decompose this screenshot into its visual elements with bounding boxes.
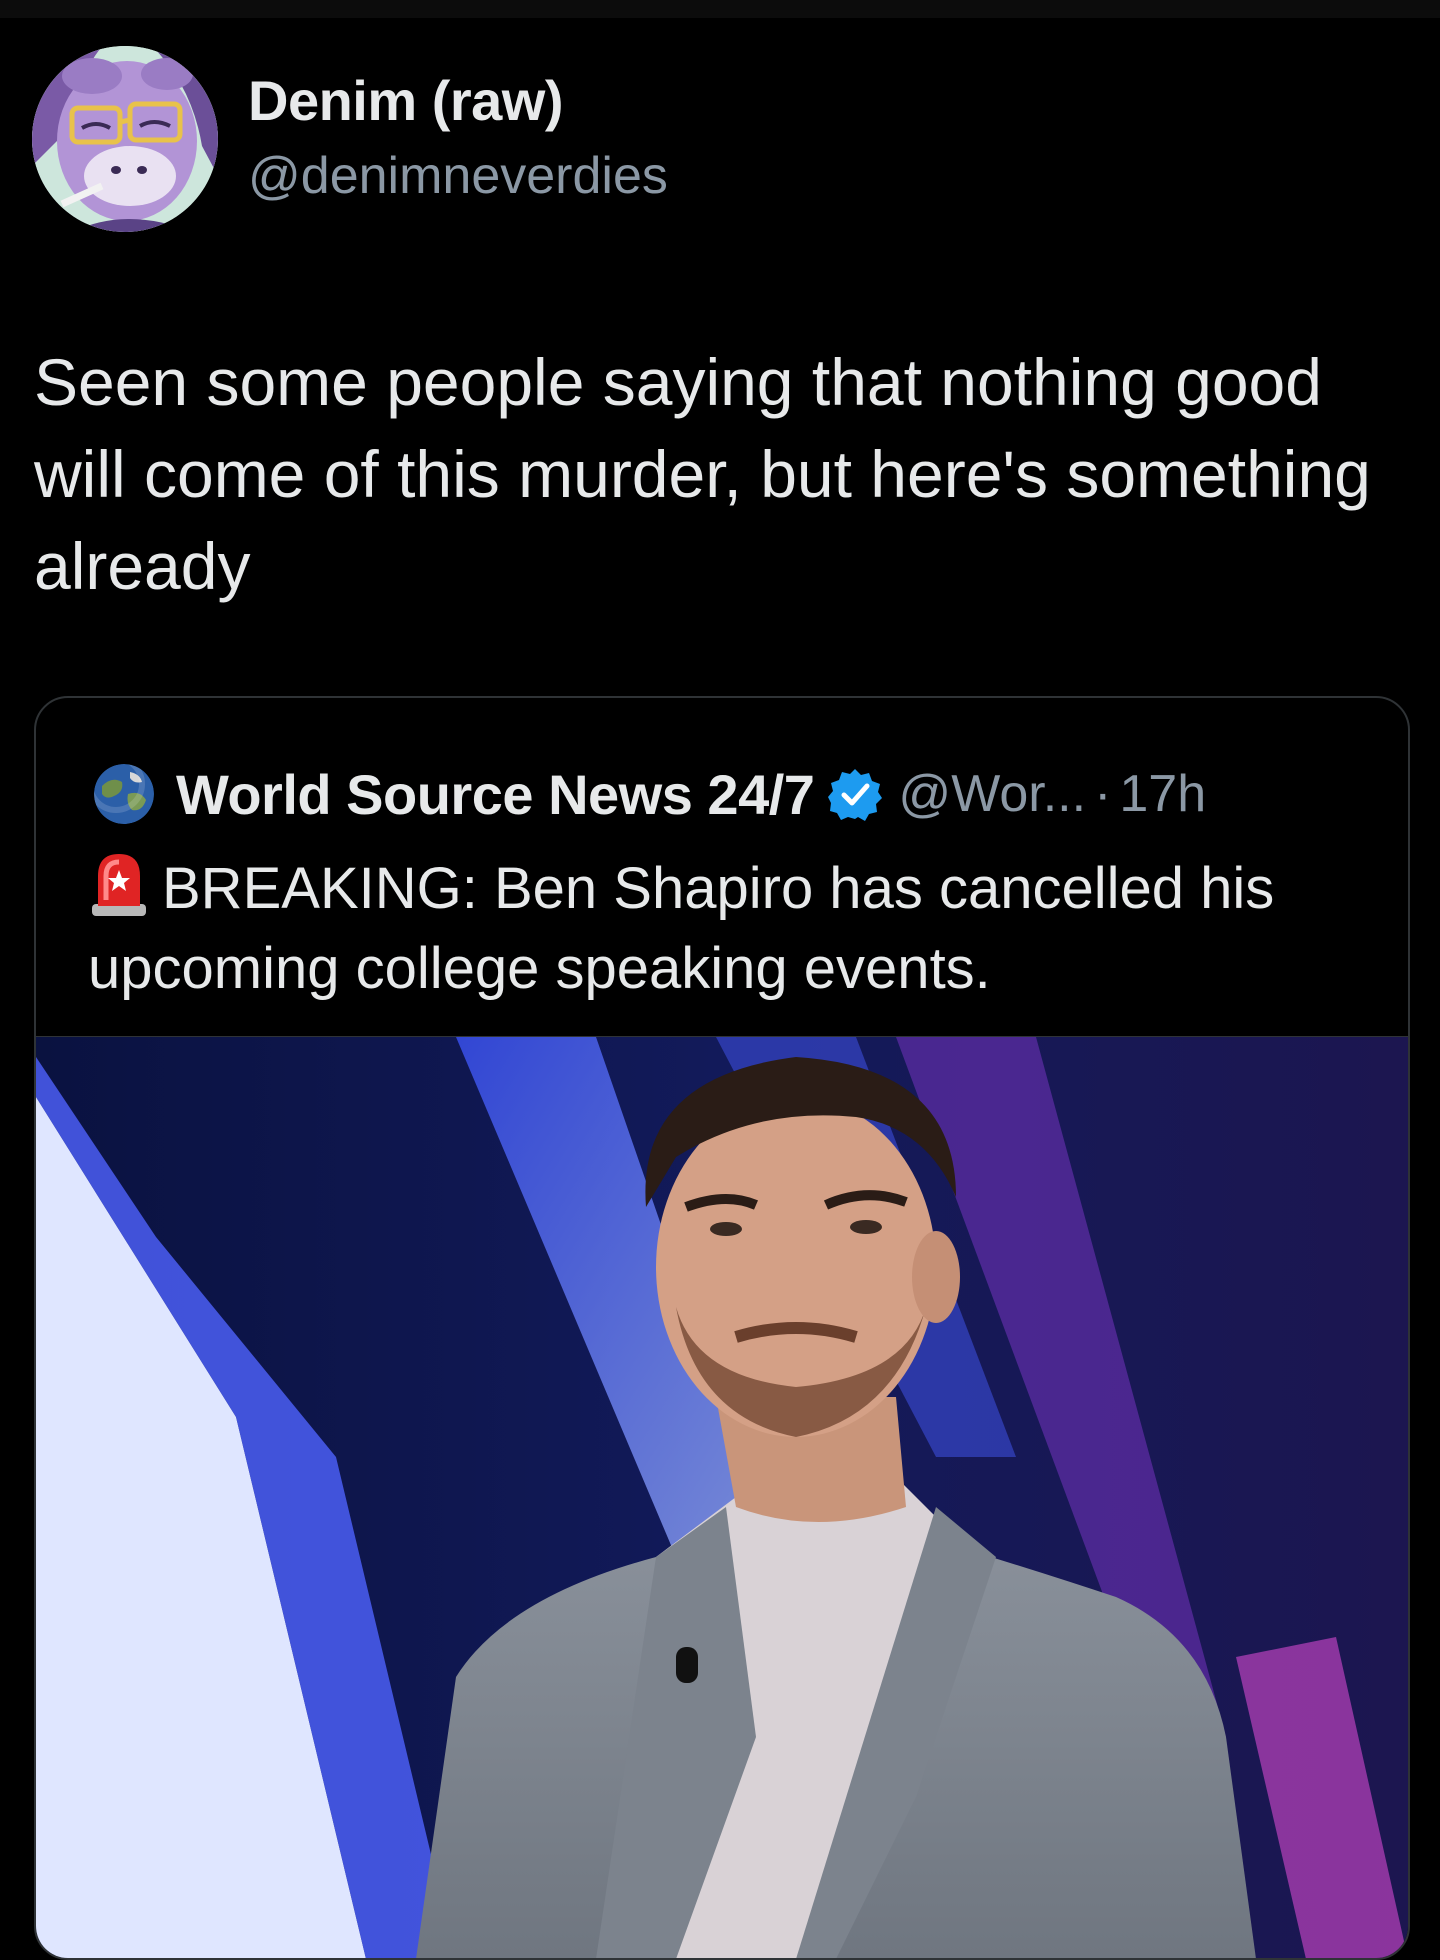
- globe-icon[interactable]: [94, 764, 154, 824]
- rotating-light-icon: [88, 848, 150, 918]
- quoted-tweet-header: World Source News 24/7 @Wor... · 17h: [94, 754, 1206, 834]
- quoted-tweet-card[interactable]: World Source News 24/7 @Wor... · 17h BRE…: [34, 696, 1410, 1960]
- separator-dot: ·: [1094, 765, 1112, 823]
- quoted-tweet-body: BREAKING: Ben Shapiro has cancelled his …: [88, 856, 1275, 1001]
- photo-of-man-on-stage: [36, 1037, 1408, 1958]
- tweet-text: Seen some people saying that nothing goo…: [34, 345, 1371, 603]
- verified-badge-icon: [828, 767, 883, 821]
- quoted-author-handle[interactable]: @Wor...: [898, 764, 1086, 824]
- quoted-tweet-image[interactable]: [36, 1036, 1408, 1958]
- status-bar-edge: [0, 0, 1440, 18]
- quoted-author-name[interactable]: World Source News 24/7: [176, 762, 815, 827]
- author-handle[interactable]: @denimneverdies: [248, 146, 668, 206]
- quoted-tweet-time[interactable]: 17h: [1119, 764, 1206, 824]
- cartoon-goat-avatar-icon: [32, 46, 218, 232]
- author-display-name[interactable]: Denim (raw): [248, 68, 564, 133]
- author-avatar[interactable]: [32, 46, 218, 232]
- quoted-tweet-text: BREAKING: Ben Shapiro has cancelled his …: [88, 848, 1378, 1009]
